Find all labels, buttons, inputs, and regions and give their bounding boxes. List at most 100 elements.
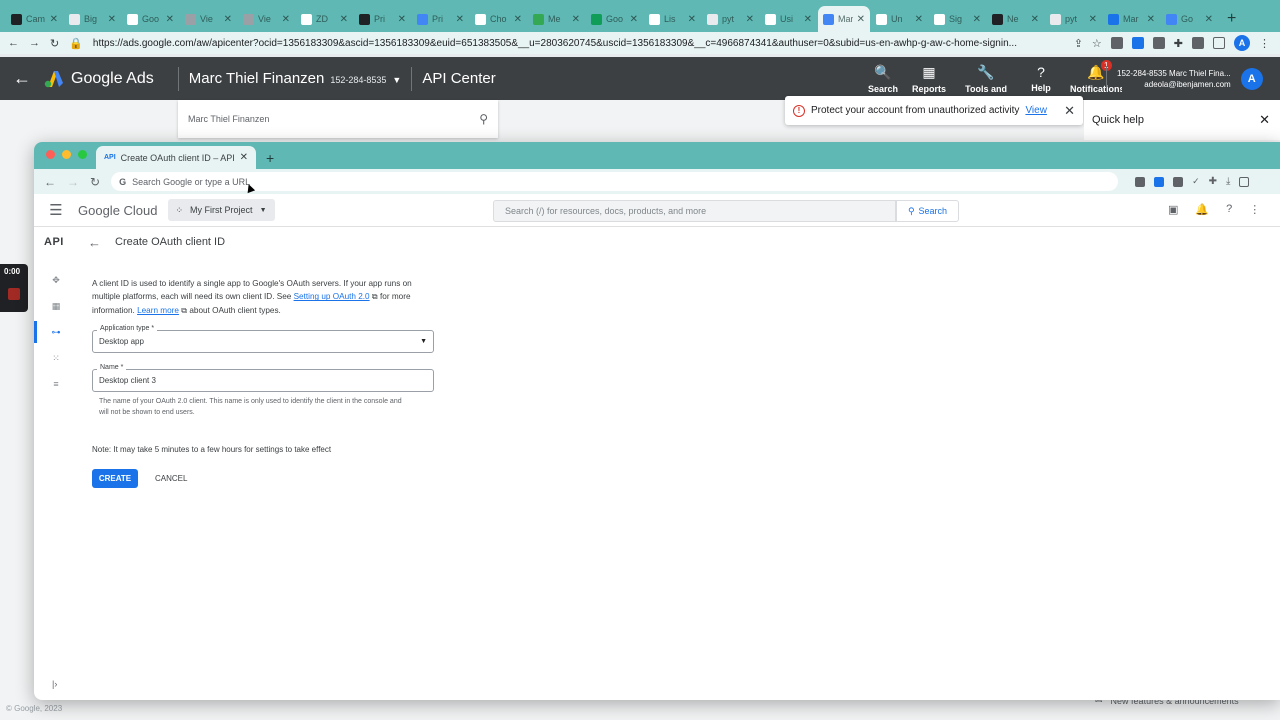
close-tab-icon[interactable]: ✕ — [340, 14, 348, 25]
extension-icon[interactable] — [1192, 37, 1204, 49]
extension-icon[interactable] — [1173, 176, 1184, 187]
application-type-select[interactable]: Application type * Desktop app ▼ — [92, 324, 434, 353]
outer-tab[interactable]: Goo ✕ — [586, 6, 643, 32]
share-icon[interactable]: ⇪ — [1074, 37, 1083, 50]
outer-tab[interactable]: Un ✕ — [871, 6, 928, 32]
ads-user-menu[interactable]: 152-284-8535 Marc Thiel Fina... adeola@i… — [1106, 57, 1263, 100]
cancel-button[interactable]: CANCEL — [155, 474, 187, 483]
outer-tab[interactable]: pyt ✕ — [702, 6, 759, 32]
outer-tab[interactable]: Go ✕ — [1161, 6, 1218, 32]
profile-avatar[interactable]: A — [1234, 35, 1250, 51]
ads-tool-reports[interactable]: ▦ Reports — [912, 57, 946, 100]
extension-icon[interactable] — [1152, 37, 1165, 49]
close-tab-icon[interactable]: ✕ — [973, 14, 981, 25]
google-cloud-logo[interactable]: Google Cloud — [78, 203, 158, 218]
outer-tab[interactable]: Ne ✕ — [987, 6, 1044, 32]
download-icon[interactable]: ⤓ — [1226, 176, 1230, 187]
close-tab-icon[interactable]: ✕ — [1205, 14, 1213, 25]
forward-icon[interactable]: → — [67, 175, 79, 189]
close-icon[interactable]: ✕ — [1064, 103, 1075, 119]
close-tab-icon[interactable]: ✕ — [166, 14, 174, 25]
outer-tab[interactable]: Me ✕ — [528, 6, 585, 32]
outer-tab[interactable]: Goo ✕ — [122, 6, 179, 32]
back-icon[interactable]: ← — [44, 175, 56, 189]
puzzle-icon[interactable]: ✚ — [1174, 37, 1183, 50]
reload-icon[interactable]: ↻ — [50, 37, 59, 50]
close-tab-icon[interactable]: ✕ — [746, 14, 754, 25]
outer-url[interactable]: https://ads.google.com/aw/apicenter?ocid… — [93, 38, 1064, 49]
close-tab-icon[interactable]: ✕ — [915, 14, 923, 25]
close-tab-icon[interactable]: ✕ — [630, 14, 638, 25]
rail-page-usage-icon[interactable]: ≡ — [34, 371, 78, 397]
back-icon[interactable]: ← — [8, 37, 19, 49]
console-search-button[interactable]: ⚲ Search — [896, 200, 959, 222]
close-tab-icon[interactable]: ✕ — [1089, 14, 1097, 25]
expand-rail-icon[interactable]: |› — [52, 679, 57, 689]
cloud-shell-icon[interactable]: ▣ — [1168, 203, 1178, 216]
help-icon[interactable]: ? — [1226, 203, 1232, 216]
back-arrow-icon[interactable]: ← — [0, 68, 44, 89]
ads-tool-tools[interactable]: 🔧 Tools and settings — [960, 57, 1012, 100]
outer-tab[interactable]: Vie ✕ — [180, 6, 237, 32]
extension-icon[interactable]: ✓ — [1192, 176, 1200, 187]
outer-tab[interactable]: Cho ✕ — [470, 6, 527, 32]
back-arrow-icon[interactable]: ← — [88, 235, 101, 250]
new-tab-icon[interactable]: + — [1227, 6, 1236, 32]
outer-tab[interactable]: Big ✕ — [64, 6, 121, 32]
sidebar-icon[interactable] — [1213, 37, 1225, 49]
kebab-menu-icon[interactable]: ⋮ — [1249, 203, 1260, 216]
maximize-window-icon[interactable] — [78, 150, 87, 159]
close-tab-icon[interactable]: ✕ — [240, 152, 248, 163]
new-tab-icon[interactable]: + — [266, 146, 274, 169]
user-avatar[interactable]: A — [1240, 67, 1263, 90]
google-ads-logo[interactable]: Google Ads — [44, 70, 154, 88]
rail-credentials-icon[interactable]: ⊶ — [34, 319, 78, 345]
outer-tab[interactable]: Usi ✕ — [760, 6, 817, 32]
outer-tab[interactable]: Sig ✕ — [929, 6, 986, 32]
sidebar-icon[interactable] — [1239, 176, 1250, 187]
extension-icon[interactable] — [1131, 37, 1144, 49]
close-tab-icon[interactable]: ✕ — [514, 14, 522, 25]
extension-icon[interactable] — [1154, 176, 1165, 187]
search-icon[interactable]: ⚲ — [479, 112, 488, 126]
close-tab-icon[interactable]: ✕ — [398, 14, 406, 25]
outer-tab[interactable]: Lis ✕ — [644, 6, 701, 32]
close-tab-icon[interactable]: ✕ — [572, 14, 580, 25]
rail-library-icon[interactable]: ▦ — [34, 293, 78, 319]
screen-recorder-widget[interactable]: 0:00 — [0, 264, 28, 312]
close-tab-icon[interactable]: ✕ — [108, 14, 116, 25]
ads-tool-search[interactable]: 🔍 Search — [868, 57, 898, 100]
outer-tab[interactable]: Pri ✕ — [412, 6, 469, 32]
puzzle-icon[interactable]: ✚ — [1209, 176, 1217, 187]
create-button[interactable]: CREATE — [92, 468, 138, 488]
close-window-icon[interactable] — [46, 150, 55, 159]
omnibox[interactable]: G Search Google or type a URL — [111, 172, 1119, 191]
hamburger-menu-icon[interactable]: ☰ — [34, 201, 78, 219]
account-selector[interactable]: Marc Thiel Finanzen 152-284-8535 ▼ — [189, 70, 402, 87]
kebab-menu-icon[interactable]: ⋮ — [1259, 37, 1270, 50]
outer-tab[interactable]: Cam ✕ — [6, 6, 63, 32]
close-icon[interactable]: ✕ — [1259, 112, 1270, 128]
close-tab-icon[interactable]: ✕ — [456, 14, 464, 25]
close-tab-icon[interactable]: ✕ — [224, 14, 232, 25]
reload-icon[interactable]: ↻ — [90, 175, 100, 189]
outer-tab[interactable]: Vie ✕ — [238, 6, 295, 32]
close-tab-icon[interactable]: ✕ — [1031, 14, 1039, 25]
ads-tool-help[interactable]: ? Help — [1026, 57, 1056, 100]
name-field[interactable]: Name * Desktop client 3 — [92, 363, 434, 392]
learn-more-link[interactable]: Learn more — [137, 306, 179, 315]
alert-view-link[interactable]: View — [1025, 105, 1047, 116]
setting-up-oauth-link[interactable]: Setting up OAuth 2.0 — [294, 292, 370, 301]
notifications-icon[interactable]: 🔔 — [1195, 203, 1209, 216]
close-tab-icon[interactable]: ✕ — [1147, 14, 1155, 25]
outer-tab[interactable]: Mar ✕ — [1103, 6, 1160, 32]
close-tab-icon[interactable]: ✕ — [857, 14, 865, 25]
rail-enabled-apis-icon[interactable]: ✥ — [34, 267, 78, 293]
outer-tab[interactable]: ZD ✕ — [296, 6, 353, 32]
bookmark-star-icon[interactable]: ☆ — [1092, 37, 1102, 50]
outer-tab[interactable]: Mar ✕ — [818, 6, 870, 32]
extension-icon[interactable] — [1110, 37, 1123, 49]
rail-oauth-consent-icon[interactable]: ⁙ — [34, 345, 78, 371]
account-search-field[interactable]: Marc Thiel Finanzen ⚲ — [178, 100, 498, 138]
outer-tab[interactable]: Pri ✕ — [354, 6, 411, 32]
